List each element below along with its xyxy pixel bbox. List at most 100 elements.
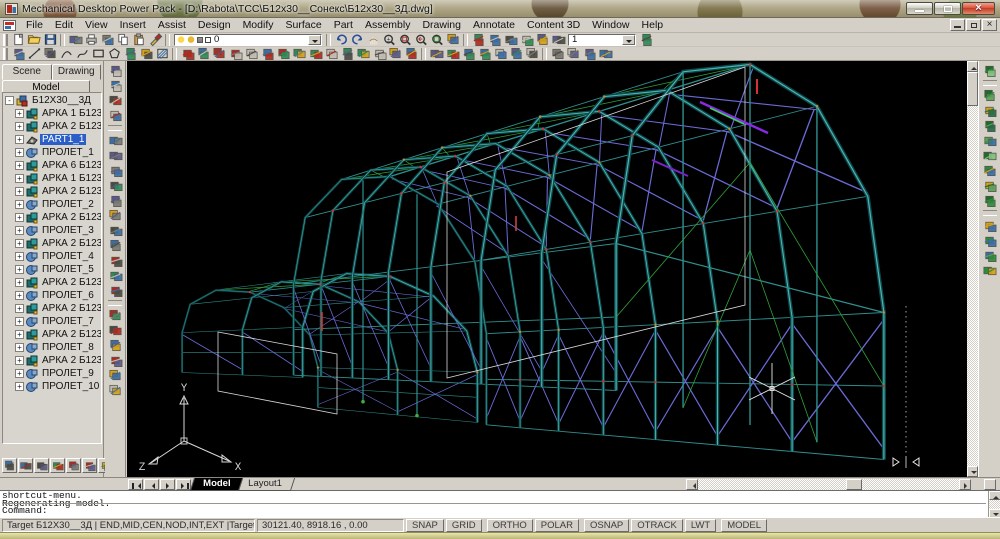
profile-button[interactable]	[107, 163, 124, 178]
power-snap-button[interactable]	[638, 33, 654, 47]
render-button[interactable]	[981, 63, 998, 78]
mdi-restore-button[interactable]	[966, 19, 981, 31]
horizontal-scroll-thumb[interactable]	[846, 479, 862, 490]
named-views-button[interactable]	[470, 33, 486, 47]
table-tool-button[interactable]	[524, 47, 540, 61]
dtext-button[interactable]	[460, 47, 476, 61]
text-style-button[interactable]	[476, 47, 492, 61]
tree-item-арка-2-б1230_7[interactable]: +АРКА 2 Б1230_7	[3, 302, 101, 315]
copy-button[interactable]	[115, 33, 131, 47]
tree-item-пролет_10[interactable]: +ПРОЛЕТ_10	[3, 380, 101, 393]
tolerance-button[interactable]	[581, 47, 597, 61]
preferences-button[interactable]	[981, 263, 998, 278]
cut-button[interactable]	[107, 338, 124, 353]
fillet-button[interactable]	[107, 253, 124, 268]
line-button[interactable]	[26, 47, 42, 61]
tree-expand-box[interactable]: +	[15, 148, 24, 157]
snap-from-button[interactable]	[10, 47, 26, 61]
drawing-viewport[interactable]: YZX	[127, 61, 978, 477]
tree-item-пролет_1[interactable]: +ПРОЛЕТ_1	[3, 146, 101, 159]
tree-item-арка-2-б1230_8[interactable]: +АРКА 2 Б1230_8	[3, 328, 101, 341]
flag-button[interactable]	[387, 47, 403, 61]
menu-modify[interactable]: Modify	[237, 18, 280, 32]
tree-expand-box[interactable]: +	[15, 161, 24, 170]
drawing-file-icon[interactable]	[3, 20, 16, 31]
tree-expand-box[interactable]: +	[15, 382, 24, 391]
open-button[interactable]	[26, 33, 42, 47]
layout1-tab[interactable]: Layout1	[235, 478, 295, 491]
toggle-lwt[interactable]: LWT	[685, 519, 716, 532]
filter-button[interactable]	[107, 78, 124, 93]
fillet-button[interactable]	[339, 47, 355, 61]
break-button[interactable]	[323, 47, 339, 61]
tree-expand-box[interactable]: +	[15, 109, 24, 118]
offset-button[interactable]	[275, 47, 291, 61]
materials-button[interactable]	[981, 148, 998, 163]
vertical-scrollbar[interactable]	[967, 61, 978, 477]
horizontal-scrollbar[interactable]	[686, 479, 971, 490]
view-frame-button[interactable]	[67, 33, 83, 47]
undo-button[interactable]	[333, 33, 349, 47]
hatch-button[interactable]	[154, 47, 170, 61]
spotlight-button[interactable]	[981, 118, 998, 133]
check-button[interactable]	[107, 383, 124, 398]
workaxis-button[interactable]	[107, 283, 124, 298]
grid-tool-button[interactable]	[371, 47, 387, 61]
vertical-scroll-thumb[interactable]	[967, 72, 978, 106]
tree-expand-box[interactable]: +	[15, 369, 24, 378]
prev-tab-button[interactable]	[144, 479, 159, 490]
filter-button[interactable]	[66, 458, 81, 473]
zoom-previous-button[interactable]	[413, 33, 429, 47]
point-style-button[interactable]	[138, 47, 154, 61]
tree-item-пролет_6[interactable]: +ПРОЛЕТ_6	[3, 289, 101, 302]
scale-combo-dropdown-icon[interactable]	[622, 35, 635, 45]
menu-surface[interactable]: Surface	[280, 18, 328, 32]
rotate-view-button[interactable]	[518, 33, 534, 47]
desktop-button[interactable]	[2, 458, 17, 473]
tree-item-пролет_4[interactable]: +ПРОЛЕТ_4	[3, 250, 101, 263]
paste-button[interactable]	[131, 33, 147, 47]
toggle-osnap[interactable]: OSNAP	[584, 519, 629, 532]
maximize-button[interactable]	[934, 2, 961, 15]
command-scrollbar[interactable]	[988, 491, 1000, 518]
tree-item-арка-2-б1230_1[interactable]: +АРКА 2 Б1230_1	[3, 120, 101, 133]
menu-part[interactable]: Part	[328, 18, 359, 32]
workplane-button[interactable]	[107, 268, 124, 283]
tree-item-арка-2-б1230_9[interactable]: +АРКА 2 Б1230_9	[3, 354, 101, 367]
tree-expand-box[interactable]: -	[5, 96, 14, 105]
tree-expand-box[interactable]: +	[15, 122, 24, 131]
light-button[interactable]	[82, 458, 97, 473]
new-part-button[interactable]	[107, 133, 124, 148]
distant-button[interactable]	[981, 133, 998, 148]
tree-expand-box[interactable]: +	[15, 356, 24, 365]
tree-expand-box[interactable]: +	[15, 200, 24, 209]
scale-tool-button[interactable]	[227, 47, 243, 61]
leader-button[interactable]	[597, 47, 613, 61]
menu-drawing[interactable]: Drawing	[416, 18, 467, 32]
first-tab-button[interactable]	[128, 479, 143, 490]
zoom-realtime-button[interactable]: ±	[381, 33, 397, 47]
zoom-window-button[interactable]	[397, 33, 413, 47]
menu-window[interactable]: Window	[586, 18, 635, 32]
rectangle-button[interactable]	[90, 47, 106, 61]
move-button[interactable]	[195, 47, 211, 61]
scroll-left-arrow[interactable]	[686, 479, 698, 490]
tree-item-пролет_7[interactable]: +ПРОЛЕТ_7	[3, 315, 101, 328]
command-scroll-up[interactable]	[989, 491, 1000, 500]
construction-line-button[interactable]	[42, 47, 58, 61]
tree-item-арка-2-б1230_2[interactable]: +АРКА 2 Б1230_2	[3, 185, 101, 198]
tree-expand-box[interactable]: +	[15, 330, 24, 339]
pan-button[interactable]	[365, 33, 381, 47]
polygon-button[interactable]	[106, 47, 122, 61]
tree-expand-box[interactable]: +	[15, 317, 24, 326]
zoom-tool-button[interactable]	[122, 47, 138, 61]
tab-drawing[interactable]: Drawing	[52, 64, 102, 80]
rotate-button[interactable]	[211, 47, 227, 61]
tab-scene[interactable]: Scene	[2, 64, 52, 80]
tree-item-арка-1-б1230_1[interactable]: +АРКА 1 Б1230_1	[3, 107, 101, 120]
match-props-button[interactable]	[147, 33, 163, 47]
scroll-down-arrow[interactable]	[967, 466, 978, 477]
menu-assembly[interactable]: Assembly	[359, 18, 417, 32]
command-window[interactable]: shortcut-menu.Regenerating model. Comman…	[0, 490, 1000, 517]
redo-button[interactable]	[349, 33, 365, 47]
